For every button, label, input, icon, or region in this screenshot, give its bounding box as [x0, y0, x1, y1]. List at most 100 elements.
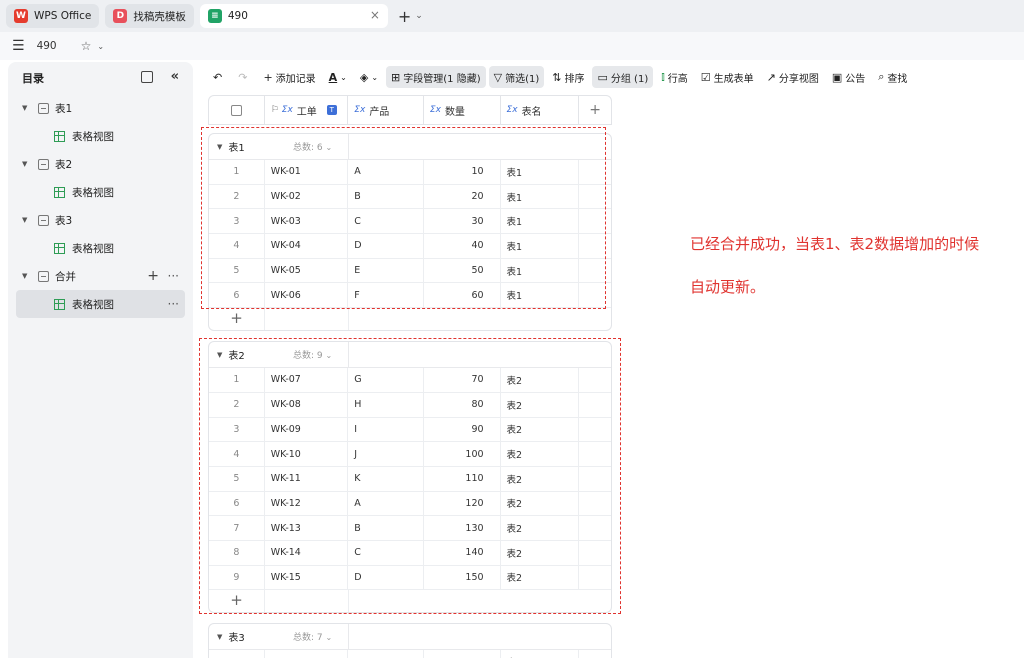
wps-logo-icon: W — [14, 9, 28, 23]
collapse-icon[interactable]: « — [171, 69, 179, 84]
annotation-line-1: 已经合并成功，当表1、表2数据增加的时候 — [690, 235, 980, 253]
sidebar: 目录 « ▼ 表1 表格视图 ▼ 表2 表格视图 ▼ 表3 表格视图 ▼ 合并 … — [8, 62, 193, 658]
sidebar-view-table2[interactable]: 表格视图 — [16, 178, 185, 206]
font-color-button[interactable]: A ⌄ — [324, 66, 352, 88]
group-button[interactable]: ▭ 分组 (1) — [592, 66, 654, 88]
star-icon[interactable]: ☆ — [81, 39, 92, 53]
select-all-checkbox[interactable] — [230, 104, 242, 116]
redo-icon: ↷ — [238, 70, 248, 84]
formula-field-icon: Σx — [429, 105, 441, 115]
table-icon — [38, 102, 49, 114]
product-cell[interactable]: E — [348, 650, 424, 658]
panel-icon[interactable] — [141, 71, 153, 83]
table-icon — [38, 158, 49, 170]
add-view-icon[interactable]: + — [147, 268, 159, 284]
sort-label: 排序 — [564, 73, 585, 85]
table-row[interactable]: 1WK-16E160表3 — [209, 650, 611, 658]
column-header-quantity[interactable]: Σx 数量 — [424, 96, 501, 124]
column-header-product[interactable]: Σx 产品 — [348, 96, 424, 124]
column-type-icon[interactable]: T — [326, 105, 337, 115]
sidebar-item-table1[interactable]: ▼ 表1 — [16, 94, 185, 122]
add-row-spacer — [265, 308, 349, 331]
gen-form-button[interactable]: ☑ 生成表单 — [696, 66, 759, 88]
expand-triangle-icon[interactable]: ▼ — [22, 216, 34, 224]
paint-bucket-icon: ◈ — [359, 70, 369, 84]
sort-icon: ⇅ — [552, 70, 562, 84]
sidebar-view-table3[interactable]: 表格视图 — [16, 234, 185, 262]
grid-view-icon — [54, 130, 65, 142]
fill-color-button[interactable]: ◈ ⌄ — [355, 66, 383, 88]
toolbar: ↶ ↷ + 添加记录 A ⌄ ◈ ⌄ ⊞ 字段管理(1 隐藏) ▽ 筛选(1) ⇅ 排序 ▭… — [208, 64, 915, 90]
sidebar-view-label: 表格视图 — [72, 186, 114, 199]
group-header[interactable]: ▼ 表3 总数: 7 ⌄ — [209, 624, 611, 651]
sidebar-item-label: 表2 — [55, 158, 73, 171]
flag-icon: ⚐ — [270, 105, 279, 115]
tab-template[interactable]: D 找稿壳模板 — [105, 4, 194, 28]
table-name-cell[interactable]: 表3 — [501, 650, 580, 658]
sidebar-item-table2[interactable]: ▼ 表2 — [16, 150, 185, 178]
add-row[interactable]: + — [209, 308, 611, 331]
row-height-button[interactable]: ⫾ 行高 — [656, 66, 693, 88]
row-height-label: 行高 — [667, 73, 688, 85]
find-button[interactable]: ⌕ 查找 — [873, 66, 912, 88]
group-label: 分组 (1) — [610, 73, 649, 85]
expand-triangle-icon[interactable]: ▼ — [22, 104, 34, 112]
new-tab-icon[interactable]: + — [398, 7, 411, 26]
gen-form-label: 生成表单 — [713, 73, 754, 85]
expand-triangle-icon[interactable]: ▼ — [22, 160, 34, 168]
formula-field-icon: Σx — [354, 105, 366, 115]
record-group: ▼ 表3 总数: 7 ⌄ 1WK-16E160表3 — [208, 623, 612, 658]
group-name: 表3 — [228, 633, 245, 645]
tab-bar: W WPS Office D 找稿壳模板 ≡ 490 × + ⌄ — [0, 0, 1024, 32]
collapse-triangle-icon[interactable]: ▼ — [217, 633, 222, 641]
redo-button[interactable]: ↷ — [233, 66, 255, 88]
sidebar-title: 目录 — [22, 72, 44, 85]
more-icon[interactable]: ··· — [168, 297, 179, 311]
quantity-cell[interactable]: 160 — [424, 650, 501, 658]
formula-field-icon: Σx — [281, 105, 293, 115]
column-label: 工单 — [296, 106, 317, 118]
formula-field-icon: Σx — [506, 105, 518, 115]
add-record-button[interactable]: + 添加记录 — [258, 66, 320, 88]
workorder-cell[interactable]: WK-16 — [265, 650, 349, 658]
sidebar-view-table1[interactable]: 表格视图 — [16, 122, 185, 150]
announce-button[interactable]: ▣ 公告 — [827, 66, 870, 88]
template-logo-icon: D — [113, 9, 128, 23]
add-record-icon[interactable]: + — [209, 308, 265, 331]
announce-label: 公告 — [845, 73, 866, 85]
chevron-down-icon[interactable]: ⌄ — [97, 42, 104, 51]
column-header-table-name[interactable]: Σx 表名 — [501, 96, 580, 124]
expand-triangle-icon[interactable]: ▼ — [22, 272, 34, 280]
highlight-box-table1 — [201, 127, 606, 309]
field-manage-button[interactable]: ⊞ 字段管理(1 隐藏) — [386, 66, 486, 88]
tab-490[interactable]: ≡ 490 × — [199, 4, 388, 28]
chevron-down-icon: ⌄ — [325, 633, 333, 643]
tab-wps-office[interactable]: W WPS Office — [6, 4, 100, 28]
clipboard-icon: ▣ — [831, 70, 843, 84]
grid-view-icon — [54, 186, 65, 198]
close-icon[interactable]: × — [370, 8, 380, 22]
find-label: 查找 — [887, 73, 908, 85]
chevron-down-icon[interactable]: ⌄ — [415, 11, 423, 21]
fields-grid-icon: ⊞ — [391, 70, 401, 84]
sort-button[interactable]: ⇅ 排序 — [547, 66, 589, 88]
highlight-box-table2 — [199, 338, 621, 614]
menu-icon[interactable]: ☰ — [12, 38, 25, 54]
sidebar-view-merge[interactable]: 表格视图 ··· — [16, 290, 185, 318]
group-count[interactable]: 总数: 7 ⌄ — [293, 630, 332, 643]
share-view-button[interactable]: ↗ 分享视图 — [762, 66, 824, 88]
add-column-button[interactable]: + — [579, 96, 611, 124]
more-icon[interactable]: ··· — [168, 269, 179, 283]
filter-button[interactable]: ▽ 筛选(1) — [488, 66, 545, 88]
document-name[interactable]: 490 — [37, 40, 57, 52]
column-label: 表名 — [521, 106, 542, 118]
grid-header: ⚐ Σx 工单 T Σx 产品 Σx 数量 Σx 表名 + — [208, 95, 612, 125]
sidebar-item-merge[interactable]: ▼ 合并 + ··· — [16, 262, 185, 290]
select-all-cell[interactable] — [209, 96, 265, 124]
sidebar-item-table3[interactable]: ▼ 表3 — [16, 206, 185, 234]
column-header-workorder[interactable]: ⚐ Σx 工单 T — [265, 96, 349, 124]
plus-icon: + — [263, 70, 273, 84]
undo-button[interactable]: ↶ — [208, 66, 230, 88]
add-record-label: 添加记录 — [275, 73, 316, 85]
sidebar-item-label: 表1 — [55, 102, 73, 115]
